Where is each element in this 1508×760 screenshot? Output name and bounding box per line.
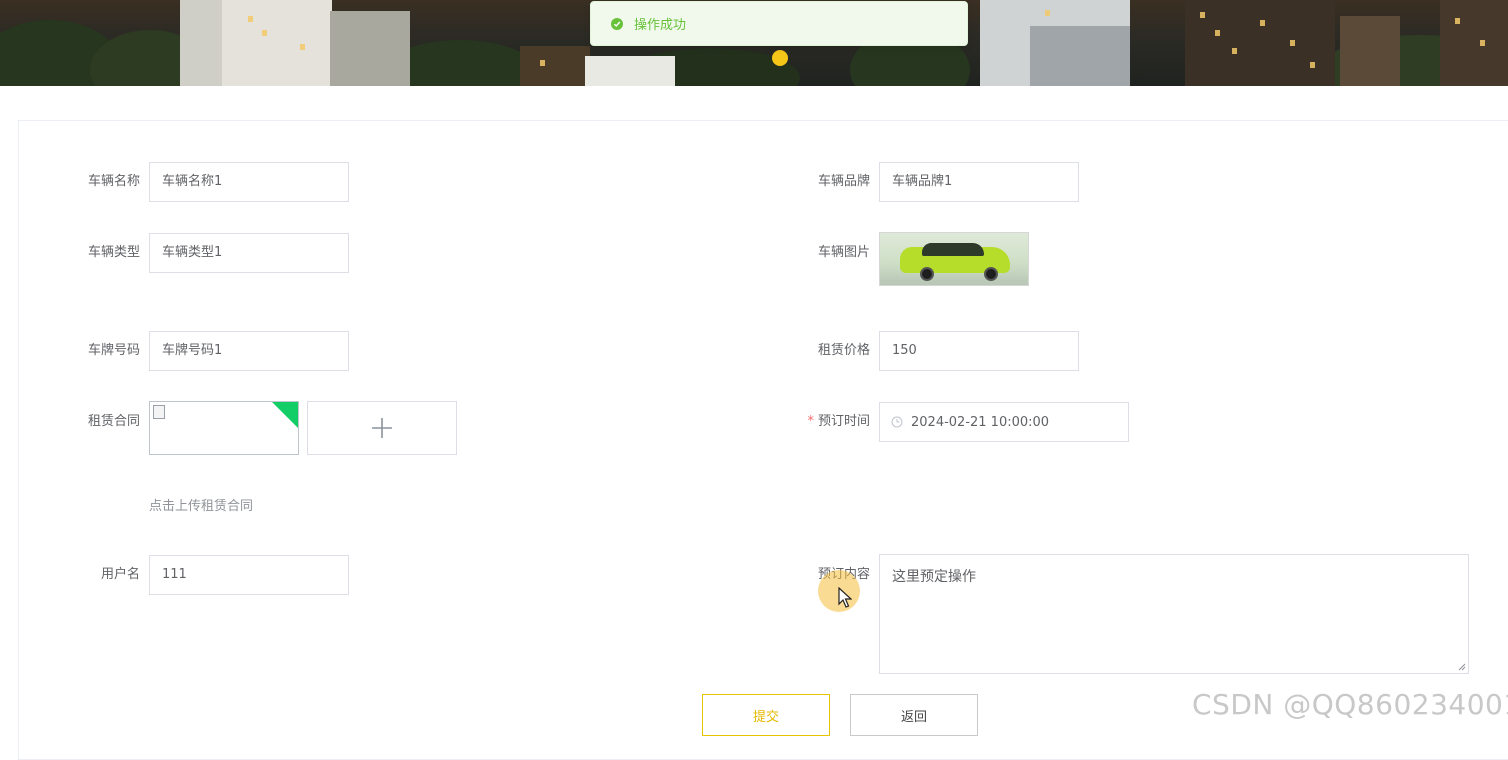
required-mark: * <box>807 414 814 429</box>
contract-upload-button[interactable] <box>307 401 457 455</box>
plate-number-label: 车牌号码 <box>87 343 140 358</box>
username-input[interactable]: 111 <box>149 555 349 595</box>
plate-number-input[interactable]: 车牌号码1 <box>149 331 349 371</box>
vehicle-image-label: 车辆图片 <box>817 245 870 260</box>
mouse-cursor-icon <box>838 587 852 608</box>
vehicle-type-input[interactable]: 车辆类型1 <box>149 233 349 273</box>
vehicle-brand-label: 车辆品牌 <box>817 174 870 189</box>
vehicle-image-thumbnail[interactable] <box>879 232 1029 286</box>
carousel-indicator[interactable] <box>772 50 788 66</box>
upload-success-corner <box>271 402 298 429</box>
back-button[interactable]: 返回 <box>850 694 978 736</box>
plus-icon <box>372 418 392 438</box>
contract-upload-tip: 点击上传租赁合同 <box>149 499 254 514</box>
toast-message: 操作成功 <box>634 18 687 33</box>
rental-contract-label: 租赁合同 <box>87 414 140 429</box>
clock-icon <box>891 416 903 428</box>
car-wheel <box>920 267 934 281</box>
booking-content-value: 这里预定操作 <box>892 569 976 585</box>
success-check-icon <box>611 17 623 30</box>
watermark: CSDN @QQ860234001 <box>1192 688 1508 721</box>
success-toast: 操作成功 <box>590 1 968 46</box>
contract-file-thumbnail[interactable] <box>149 401 299 455</box>
vehicle-brand-input[interactable]: 车辆品牌1 <box>879 162 1079 202</box>
booking-time-label-text: 预订时间 <box>817 414 870 429</box>
broken-image-icon <box>153 405 165 419</box>
username-label: 用户名 <box>100 567 140 582</box>
car-window <box>922 243 984 256</box>
rental-price-input[interactable]: 150 <box>879 331 1079 371</box>
resize-grip-icon[interactable] <box>1458 663 1466 671</box>
car-wheel <box>984 267 998 281</box>
booking-time-picker[interactable]: 2024-02-21 10:00:00 <box>879 402 1129 442</box>
rental-price-label: 租赁价格 <box>817 343 870 358</box>
booking-content-textarea[interactable]: 这里预定操作 <box>879 554 1469 674</box>
submit-button[interactable]: 提交 <box>702 694 830 736</box>
booking-time-value: 2024-02-21 10:00:00 <box>911 414 1050 430</box>
vehicle-name-input[interactable]: 车辆名称1 <box>149 162 349 202</box>
vehicle-name-label: 车辆名称 <box>87 174 140 189</box>
booking-time-label: * 预订时间 <box>790 402 870 442</box>
vehicle-type-label: 车辆类型 <box>87 245 140 260</box>
